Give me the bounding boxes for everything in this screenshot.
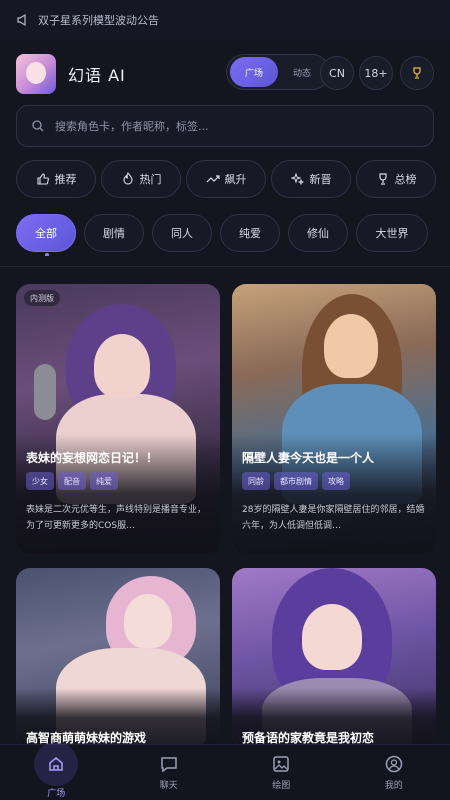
filter-label: 飙升	[224, 173, 247, 186]
notice-text: 双子星系列模型波动公告	[38, 14, 159, 27]
category-fanfic[interactable]: 同人	[152, 214, 212, 252]
tab-chat-nav[interactable]: 聊天	[113, 745, 226, 800]
app-logo	[16, 54, 56, 94]
age-rating-button[interactable]: 18+	[359, 56, 393, 90]
character-card[interactable]: 高智商萌萌妹妹的游戏	[16, 568, 220, 748]
card-tag: 配音	[58, 472, 86, 490]
character-illustration	[124, 594, 172, 648]
tab-label: 我的	[384, 781, 403, 791]
character-illustration	[302, 604, 362, 670]
category-all[interactable]: 全部	[16, 214, 76, 256]
card-tag: 少女	[26, 472, 54, 490]
microphone-illustration	[34, 364, 56, 420]
leaderboard-button[interactable]	[400, 56, 434, 90]
brand-name: 幻语 AI	[68, 66, 126, 85]
thumbs-up-icon	[36, 173, 49, 185]
profile-icon	[385, 755, 402, 773]
card-title: 隔壁人妻今天也是一个人	[242, 451, 375, 465]
active-tab-highlight	[34, 742, 79, 786]
category-romance[interactable]: 纯爱	[220, 214, 280, 252]
tab-draw-nav[interactable]: 绘图	[225, 745, 338, 800]
tab-square[interactable]: 广场	[230, 57, 278, 87]
divider	[0, 266, 450, 267]
tab-dynamic[interactable]: 动态	[278, 57, 326, 87]
card-tags: 少女 配音 纯爱	[26, 472, 118, 490]
card-tag: 同龄	[242, 472, 270, 490]
card-tag: 攻略	[322, 472, 350, 490]
filter-hot[interactable]: 热门	[101, 160, 181, 198]
megaphone-icon	[17, 13, 26, 27]
filter-overall[interactable]: 总榜	[356, 160, 436, 198]
filter-label: 总榜	[394, 173, 417, 186]
card-title: 表妹的妄想网恋日记！！	[26, 451, 159, 465]
card-description: 28岁的隔壁人妻是你家隔壁居住的邻居，结婚六年，为人低调但低调…	[242, 505, 425, 531]
category-cultivation[interactable]: 修仙	[288, 214, 348, 252]
search-input[interactable]	[55, 119, 415, 133]
character-illustration	[94, 334, 150, 398]
card-corner-badge: 内测版	[24, 290, 60, 306]
filter-label: 热门	[139, 173, 162, 186]
flame-icon	[122, 172, 133, 185]
card-tags: 同龄 都市剧情 攻略	[242, 472, 350, 490]
character-card[interactable]: 内测版 表妹的妄想网恋日记！！ 少女 配音 纯爱 表妹是二次元优等生，声线特别是…	[16, 284, 220, 554]
card-tag: 都市剧情	[274, 472, 318, 490]
trend-up-icon	[206, 175, 220, 183]
filter-rising[interactable]: 飙升	[186, 160, 266, 198]
category-tabs: 全部 剧情 同人 纯爱 修仙 大世界	[16, 214, 450, 256]
category-open-world[interactable]: 大世界	[356, 214, 428, 252]
card-tag: 纯爱	[90, 472, 118, 490]
filter-label: 新晋	[309, 173, 332, 186]
character-illustration	[324, 314, 378, 378]
search-bar[interactable]	[16, 105, 434, 147]
notice-bar[interactable]: 双子星系列模型波动公告	[0, 0, 450, 40]
card-description: 表妹是二次元优等生，声线特别是播音专业，为了可更新更多的COS服…	[26, 505, 207, 531]
trophy-icon	[378, 173, 387, 185]
tab-profile-nav[interactable]: 我的	[338, 745, 450, 800]
quick-filters: 推荐 热门 飙升 新晋 总榜	[16, 160, 446, 198]
trophy-icon	[413, 67, 421, 79]
image-icon	[273, 756, 289, 772]
bottom-tab-bar: 广场 聊天 绘图 我的	[0, 742, 450, 800]
character-card[interactable]: 预备语的家教竟是我初恋	[232, 568, 436, 748]
sparkle-icon	[290, 172, 304, 186]
tab-label: 绘图	[272, 781, 291, 791]
filter-recommend[interactable]: 推荐	[16, 160, 96, 198]
home-icon	[49, 757, 63, 771]
tab-label: 广场	[47, 789, 66, 799]
view-switch: 广场 动态	[226, 54, 330, 90]
filter-new[interactable]: 新晋	[271, 160, 351, 198]
category-plot[interactable]: 剧情	[84, 214, 144, 252]
chat-icon	[161, 757, 177, 773]
header: 幻语 AI 广场 动态 CN 18+	[16, 52, 434, 96]
language-button[interactable]: CN	[320, 56, 354, 90]
filter-label: 推荐	[54, 173, 77, 186]
character-card[interactable]: 隔壁人妻今天也是一个人 同龄 都市剧情 攻略 28岁的隔壁人妻是你家隔壁居住的邻…	[232, 284, 436, 554]
search-icon	[32, 120, 44, 132]
tab-label: 聊天	[159, 781, 178, 791]
tab-square-nav[interactable]: 广场	[0, 742, 113, 800]
